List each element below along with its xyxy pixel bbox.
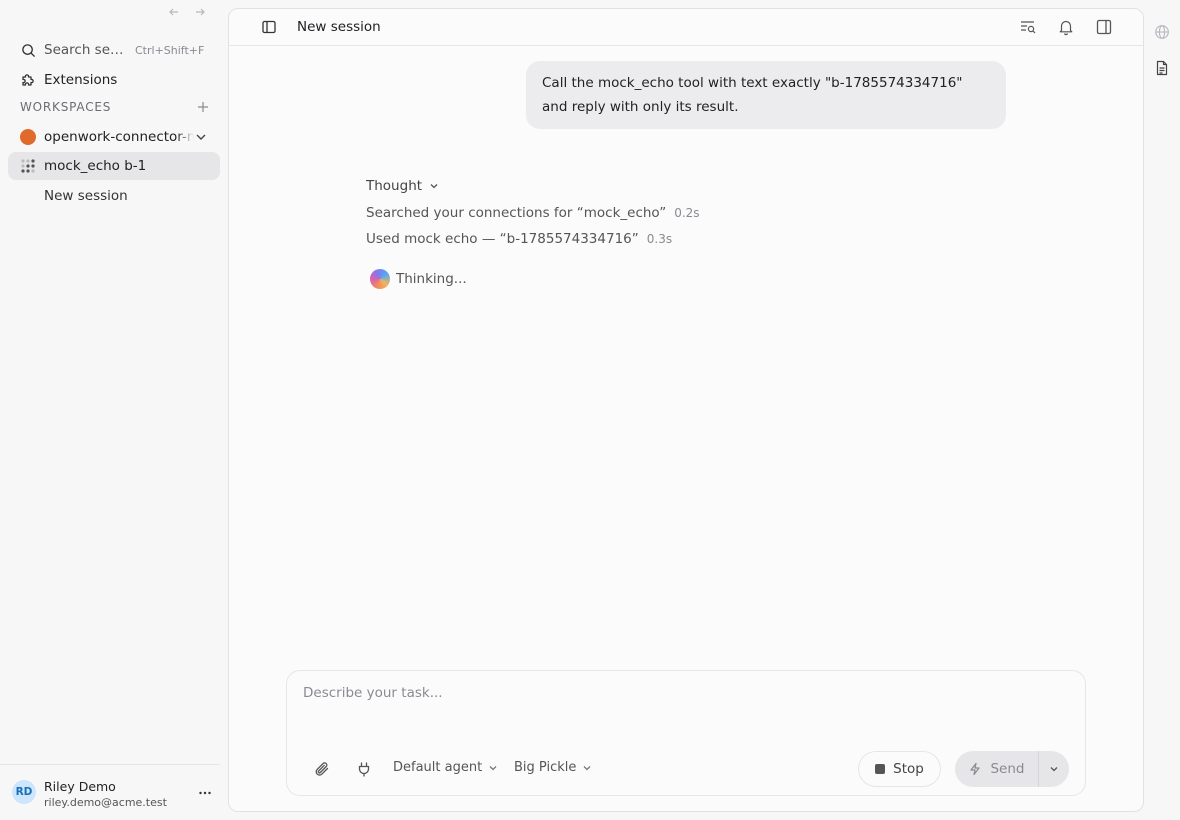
top-bar: New session bbox=[229, 9, 1143, 46]
thought-toggle[interactable]: Thought bbox=[366, 178, 440, 194]
search-sessions-label: Search sessions bbox=[44, 42, 128, 58]
search-icon bbox=[20, 42, 36, 58]
top-bar-actions bbox=[1019, 18, 1113, 36]
user-message-bubble: Call the mock_echo tool with text exactl… bbox=[526, 61, 1006, 129]
avatar[interactable]: RD bbox=[12, 780, 36, 804]
workspaces-label: WORKSPACES bbox=[20, 100, 112, 114]
workspace-color-dot bbox=[20, 129, 36, 145]
composer: Default agent Big Pickle Stop Send bbox=[286, 670, 1086, 796]
search-sessions-button[interactable]: Search sessions Ctrl+Shift+F bbox=[8, 36, 220, 64]
agent-select-value: Default agent bbox=[393, 760, 483, 775]
thinking-orb-icon bbox=[370, 269, 390, 289]
session-item-active[interactable]: mock_echo b-1 bbox=[8, 152, 220, 180]
user-email: riley.demo@acme.test bbox=[44, 796, 167, 809]
agent-select[interactable]: Default agent bbox=[393, 760, 498, 775]
model-select[interactable]: Big Pickle bbox=[514, 760, 592, 775]
history-nav bbox=[165, 5, 209, 19]
stop-button[interactable]: Stop bbox=[858, 751, 941, 787]
chevron-down-icon bbox=[582, 763, 592, 773]
workspace-name: openwork-connector-mock bbox=[44, 129, 194, 145]
workspace-item[interactable]: openwork-connector-mock bbox=[8, 123, 220, 151]
tool-step-duration: 0.3s bbox=[646, 232, 673, 246]
right-rail bbox=[1144, 0, 1180, 820]
chevron-down-icon[interactable] bbox=[194, 130, 208, 144]
extensions-label: Extensions bbox=[44, 72, 118, 88]
workspaces-header: WORKSPACES bbox=[20, 100, 210, 114]
bolt-icon bbox=[968, 762, 982, 776]
extensions-button[interactable]: Extensions bbox=[8, 66, 220, 94]
globe-icon[interactable] bbox=[1154, 24, 1170, 40]
tool-step-text: Searched your connections for “mock_echo… bbox=[366, 205, 667, 221]
chevron-down-icon bbox=[488, 763, 498, 773]
stop-label: Stop bbox=[893, 761, 924, 777]
forward-arrow-icon[interactable] bbox=[191, 5, 209, 19]
send-button[interactable]: Send bbox=[955, 751, 1039, 787]
tool-step: Used mock echo — “b-1785574334716” 0.3s bbox=[366, 231, 672, 247]
send-options-button[interactable] bbox=[1039, 751, 1069, 787]
document-icon[interactable] bbox=[1154, 60, 1170, 76]
send-button-group: Send bbox=[955, 751, 1069, 787]
tool-step: Searched your connections for “mock_echo… bbox=[366, 205, 700, 221]
user-profile: RD Riley Demo riley.demo@acme.test bbox=[0, 764, 220, 820]
plus-icon[interactable] bbox=[196, 100, 210, 114]
search-list-icon[interactable] bbox=[1019, 18, 1037, 36]
thought-label: Thought bbox=[366, 178, 423, 194]
paperclip-icon[interactable] bbox=[313, 760, 331, 778]
task-input[interactable] bbox=[303, 685, 1063, 701]
model-select-value: Big Pickle bbox=[514, 760, 577, 775]
back-arrow-icon[interactable] bbox=[165, 5, 183, 19]
page-title: New session bbox=[297, 19, 381, 35]
send-label: Send bbox=[990, 761, 1025, 777]
bell-icon[interactable] bbox=[1057, 18, 1075, 36]
panel-right-icon[interactable] bbox=[1095, 18, 1113, 36]
tool-step-duration: 0.2s bbox=[674, 206, 700, 220]
stop-icon bbox=[875, 764, 886, 774]
plug-icon[interactable] bbox=[355, 760, 373, 778]
dots-grid-icon bbox=[20, 158, 36, 174]
tool-step-text: Used mock echo — “b-1785574334716” bbox=[366, 231, 639, 247]
main-panel: New session Call the mock_echo tool with… bbox=[228, 8, 1144, 812]
session-name: mock_echo b-1 bbox=[44, 158, 147, 174]
sidebar-toggle-icon[interactable] bbox=[261, 19, 277, 35]
thinking-indicator: Thinking... bbox=[370, 269, 467, 289]
chevron-down-icon bbox=[428, 180, 440, 192]
chevron-down-icon bbox=[1048, 763, 1060, 775]
search-shortcut: Ctrl+Shift+F bbox=[135, 43, 205, 57]
user-name: Riley Demo bbox=[44, 779, 116, 794]
sidebar: Search sessions Ctrl+Shift+F Extensions … bbox=[0, 0, 228, 820]
thinking-label: Thinking... bbox=[396, 271, 467, 287]
new-session-button[interactable]: New session bbox=[44, 188, 128, 204]
puzzle-icon bbox=[20, 72, 36, 88]
more-icon[interactable] bbox=[197, 785, 213, 801]
